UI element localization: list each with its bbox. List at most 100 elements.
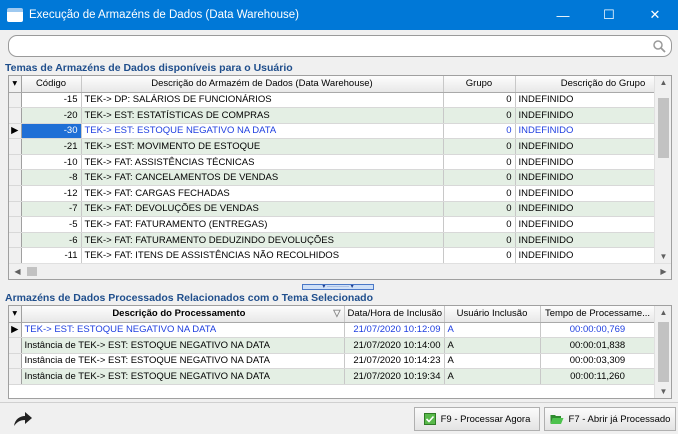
scroll-left-arrow-icon[interactable]: ◀	[9, 267, 26, 276]
theme-row[interactable]: -8 TEK-> FAT: CANCELAMENTOS DE VENDAS 0 IND…	[9, 169, 671, 187]
cell-descricao[interactable]: Instância de TEK-> EST: ESTOQUE NEGATIVO…	[21, 337, 345, 354]
cell-codigo[interactable]: -7	[21, 201, 82, 218]
themes-grid[interactable]: ▾ Código Descrição do Armazém de Dados (…	[8, 75, 672, 280]
cell-desc_grupo[interactable]: INDEFINIDO	[515, 123, 671, 140]
cell-tempo[interactable]: 00:00:00,769	[540, 322, 656, 339]
cell-codigo[interactable]: -12	[21, 185, 82, 202]
scroll-up-arrow-icon[interactable]: ▲	[655, 308, 671, 317]
cell-descricao[interactable]: TEK-> FAT: CARGAS FECHADAS	[81, 185, 444, 202]
cell-descricao[interactable]: TEK-> EST: ESTOQUE NEGATIVO NA DATA	[21, 322, 345, 339]
cell-descricao[interactable]: TEK-> FAT: ASSISTÊNCIAS TÉCNICAS	[81, 154, 444, 171]
cell-descricao[interactable]: TEK-> FAT: FATURAMENTO (ENTREGAS)	[81, 216, 444, 233]
cell-grupo[interactable]: 0	[443, 169, 516, 187]
column-header-descricao[interactable]: Descrição do Armazém de Dados (Data Ware…	[81, 76, 444, 93]
theme-row[interactable]: -20 TEK-> EST: ESTATÍSTICAS DE COMPRAS 0 IN…	[9, 107, 671, 124]
cell-usuario[interactable]: A	[444, 353, 541, 370]
cell-data_hora[interactable]: 21/07/2020 10:19:34	[344, 368, 445, 385]
cell-descricao[interactable]: Instância de TEK-> EST: ESTOQUE NEGATIVO…	[21, 368, 345, 385]
theme-row[interactable]: ▶ -30 TEK-> EST: ESTOQUE NEGATIVO NA DATA 0…	[9, 123, 671, 140]
cell-usuario[interactable]: A	[444, 322, 541, 339]
cell-descricao[interactable]: TEK-> DP: SALÁRIOS DE FUNCIONÁRIOS	[81, 92, 444, 109]
cell-codigo[interactable]: -6	[21, 232, 82, 249]
close-button[interactable]: ✕	[632, 0, 678, 30]
search-icon[interactable]	[652, 39, 666, 53]
cell-usuario[interactable]: A	[444, 337, 541, 354]
cell-descricao[interactable]: TEK-> EST: ESTOQUE NEGATIVO NA DATA	[81, 123, 444, 140]
cell-tempo[interactable]: 00:00:03,309	[540, 353, 656, 370]
cell-codigo[interactable]: -15	[21, 92, 82, 109]
cell-codigo[interactable]: -5	[21, 216, 82, 233]
column-header-tempo[interactable]: Tempo de Processame...	[540, 306, 656, 323]
cell-descricao[interactable]: Instância de TEK-> EST: ESTOQUE NEGATIVO…	[21, 353, 345, 370]
vertical-scroll-thumb[interactable]	[658, 98, 669, 158]
cell-desc_grupo[interactable]: INDEFINIDO	[515, 247, 671, 265]
cell-data_hora[interactable]: 21/07/2020 10:12:09	[344, 322, 445, 339]
scroll-down-arrow-icon[interactable]: ▼	[655, 252, 671, 261]
themes-vertical-scrollbar[interactable]: ▲ ▼	[654, 76, 671, 263]
process-now-button[interactable]: F9 - Processar Agora	[414, 407, 540, 431]
vertical-scroll-thumb[interactable]	[658, 322, 669, 382]
cell-desc_grupo[interactable]: INDEFINIDO	[515, 185, 671, 202]
processed-vertical-scrollbar[interactable]: ▲ ▼	[654, 306, 671, 398]
column-header-usuario[interactable]: Usuário Inclusão	[444, 306, 541, 323]
cell-usuario[interactable]: A	[444, 368, 541, 385]
processed-grid[interactable]: ▾ Descrição do Processamento ▽ Data/Hora …	[8, 305, 672, 399]
open-processed-button[interactable]: F7 - Abrir já Processado	[544, 407, 676, 431]
theme-row[interactable]: -11 TEK-> FAT: ITENS DE ASSISTÊNCIAS NÃO …	[9, 247, 671, 265]
processed-row[interactable]: ▶ TEK-> EST: ESTOQUE NEGATIVO NA DATA 21/0…	[9, 322, 656, 339]
theme-row[interactable]: -10 TEK-> FAT: ASSISTÊNCIAS TÉCNICAS 0 INDE…	[9, 154, 671, 171]
cell-desc_grupo[interactable]: INDEFINIDO	[515, 216, 671, 233]
cell-grupo[interactable]: 0	[443, 138, 516, 155]
theme-row[interactable]: -5 TEK-> FAT: FATURAMENTO (ENTREGAS) 0 INDE…	[9, 216, 671, 233]
cell-data_hora[interactable]: 21/07/2020 10:14:00	[344, 337, 445, 354]
cell-desc_grupo[interactable]: INDEFINIDO	[515, 201, 671, 218]
cell-desc_grupo[interactable]: INDEFINIDO	[515, 154, 671, 171]
cell-codigo[interactable]: -21	[21, 138, 82, 155]
column-header-descricao-grupo[interactable]: Descrição do Grupo	[515, 76, 671, 93]
cell-codigo[interactable]: -11	[21, 247, 82, 265]
cell-grupo[interactable]: 0	[443, 123, 516, 140]
cell-descricao[interactable]: TEK-> FAT: ITENS DE ASSISTÊNCIAS NÃO REC…	[81, 247, 444, 265]
theme-row[interactable]: -7 TEK-> FAT: DEVOLUÇÕES DE VENDAS 0 INDEFI…	[9, 201, 671, 218]
theme-row[interactable]: -6 TEK-> FAT: FATURAMENTO DEDUZINDO DEVOL…	[9, 232, 671, 249]
cell-grupo[interactable]: 0	[443, 247, 516, 265]
scroll-right-arrow-icon[interactable]: ▶	[655, 267, 671, 276]
cell-descricao[interactable]: TEK-> FAT: CANCELAMENTOS DE VENDAS	[81, 169, 444, 187]
processed-row[interactable]: Instância de TEK-> EST: ESTOQUE NEGATIVO…	[9, 368, 656, 385]
maximize-button[interactable]: ☐	[586, 0, 632, 30]
cell-codigo[interactable]: -8	[21, 169, 82, 187]
cell-descricao[interactable]: TEK-> EST: ESTATÍSTICAS DE COMPRAS	[81, 107, 444, 124]
filter-icon[interactable]: ▽	[333, 308, 340, 319]
cell-codigo[interactable]: -10	[21, 154, 82, 171]
cell-grupo[interactable]: 0	[443, 201, 516, 218]
scroll-down-arrow-icon[interactable]: ▼	[655, 387, 671, 396]
theme-row[interactable]: -15 TEK-> DP: SALÁRIOS DE FUNCIONÁRIOS 0 IN…	[9, 92, 671, 109]
cell-tempo[interactable]: 00:00:11,260	[540, 368, 656, 385]
column-header-grupo[interactable]: Grupo	[443, 76, 516, 93]
search-input[interactable]	[17, 39, 647, 53]
cell-grupo[interactable]: 0	[443, 232, 516, 249]
cell-grupo[interactable]: 0	[443, 107, 516, 124]
minimize-button[interactable]: —	[540, 0, 586, 30]
processed-row[interactable]: Instância de TEK-> EST: ESTOQUE NEGATIVO…	[9, 337, 656, 354]
share-arrow-icon[interactable]	[13, 411, 33, 427]
horizontal-scroll-thumb[interactable]	[27, 267, 37, 276]
processed-row[interactable]: Instância de TEK-> EST: ESTOQUE NEGATIVO…	[9, 353, 656, 370]
cell-codigo[interactable]: -30	[21, 123, 82, 140]
column-header-codigo[interactable]: Código	[21, 76, 82, 93]
themes-horizontal-scrollbar[interactable]: ◀ ▶	[9, 263, 671, 279]
search-box[interactable]	[8, 35, 672, 57]
cell-codigo[interactable]: -20	[21, 107, 82, 124]
cell-grupo[interactable]: 0	[443, 92, 516, 109]
cell-tempo[interactable]: 00:00:01,838	[540, 337, 656, 354]
panel-splitter[interactable]: ▾ ··········· ▾	[302, 284, 374, 290]
cell-data_hora[interactable]: 21/07/2020 10:14:23	[344, 353, 445, 370]
cell-grupo[interactable]: 0	[443, 154, 516, 171]
column-header-data-hora[interactable]: Data/Hora de Inclusão	[344, 306, 445, 323]
cell-descricao[interactable]: TEK-> FAT: FATURAMENTO DEDUZINDO DEVOLUÇ…	[81, 232, 444, 249]
cell-desc_grupo[interactable]: INDEFINIDO	[515, 107, 671, 124]
cell-descricao[interactable]: TEK-> FAT: DEVOLUÇÕES DE VENDAS	[81, 201, 444, 218]
cell-desc_grupo[interactable]: INDEFINIDO	[515, 232, 671, 249]
cell-grupo[interactable]: 0	[443, 216, 516, 233]
cell-descricao[interactable]: TEK-> EST: MOVIMENTO DE ESTOQUE	[81, 138, 444, 155]
